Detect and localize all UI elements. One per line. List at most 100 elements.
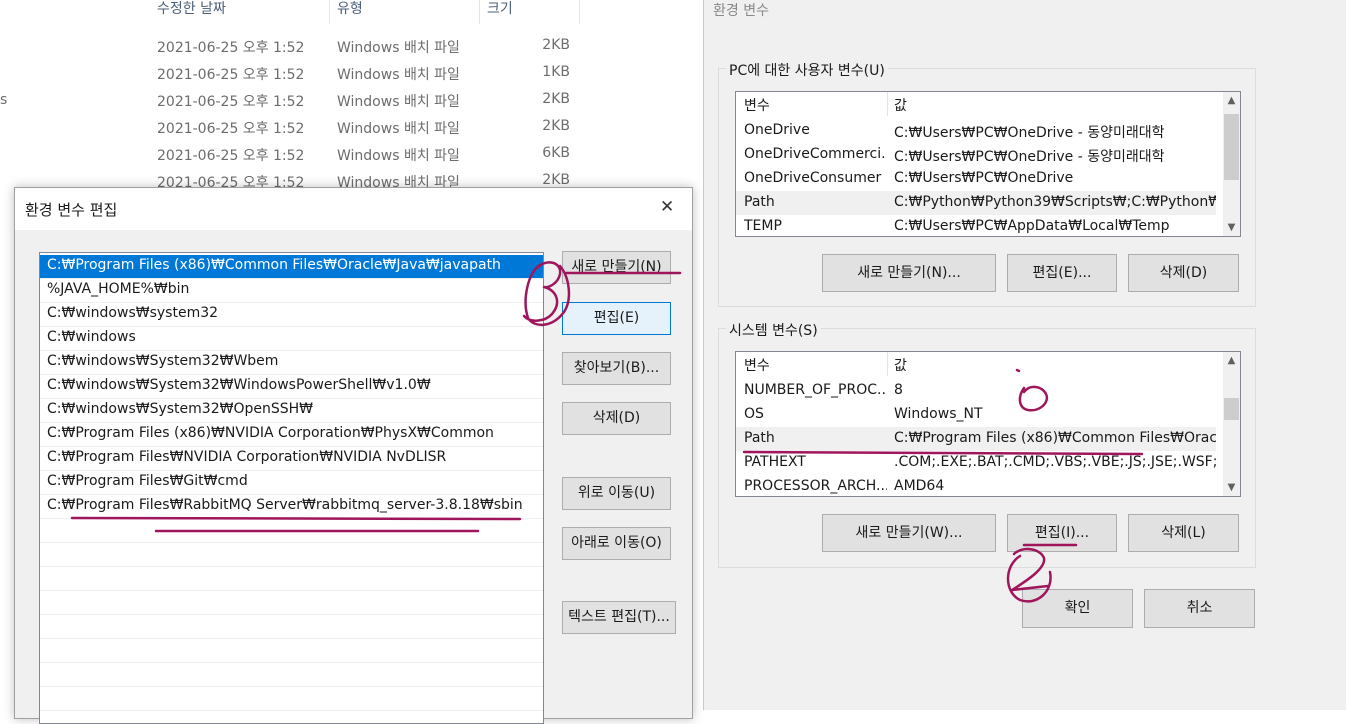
column-separator[interactable] (329, 0, 330, 24)
var-name: Path (744, 430, 775, 446)
system-variables-label: 시스템 변수(S) (726, 320, 821, 340)
system-delete-button[interactable]: 삭제(L) (1128, 514, 1239, 552)
path-entry: C:₩windows₩System32₩OpenSSH₩ (47, 401, 313, 417)
list-item[interactable]: %JAVA_HOME%₩bin (40, 279, 543, 303)
column-separator[interactable] (479, 0, 480, 24)
scroll-thumb[interactable] (1224, 398, 1239, 420)
header-value[interactable]: 값 (894, 95, 907, 115)
new-path-button[interactable]: 새로 만들기(N) (562, 251, 671, 284)
header-name[interactable]: 변수 (744, 355, 770, 375)
vertical-scrollbar[interactable]: ▲ ▼ (1223, 92, 1240, 236)
empty-list-row[interactable] (40, 519, 543, 543)
dialog-title: 환경 변수 편집 (25, 201, 118, 219)
list-item[interactable]: OneDriveCommerci... C:₩Users₩PC₩OneDrive… (736, 143, 1216, 167)
close-icon[interactable]: ✕ (660, 197, 674, 217)
list-item[interactable]: C:₩windows (40, 327, 543, 351)
column-separator[interactable] (579, 0, 580, 24)
list-item[interactable]: TEMP C:₩Users₩PC₩AppData₩Local₩Temp (736, 215, 1216, 236)
user-new-button[interactable]: 새로 만들기(N)... (822, 254, 996, 292)
delete-path-button[interactable]: 삭제(D) (562, 402, 671, 435)
list-item[interactable]: C:₩Program Files₩Git₩cmd (40, 471, 543, 495)
list-item[interactable]: C:₩windows₩system32 (40, 303, 543, 327)
user-delete-button[interactable]: 삭제(D) (1128, 254, 1239, 292)
list-item[interactable]: C:₩windows₩System32₩Wbem (40, 351, 543, 375)
file-row[interactable]: 2021-06-25 오후 1:52 Windows 배치 파일 1KB (0, 60, 700, 87)
list-item[interactable]: OneDriveConsumer C:₩Users₩PC₩OneDrive (736, 167, 1216, 191)
file-type: Windows 배치 파일 (337, 67, 460, 83)
path-entries-list[interactable]: C:₩Program Files (x86)₩Common Files₩Orac… (39, 252, 544, 724)
browse-button[interactable]: 찾아보기(B)... (562, 352, 671, 385)
empty-list-row[interactable] (40, 687, 543, 711)
edit-path-button[interactable]: 편집(E) (562, 302, 671, 335)
list-item[interactable]: C:₩windows₩System32₩WindowsPowerShell₩v1… (40, 375, 543, 399)
file-type: Windows 배치 파일 (337, 121, 460, 137)
list-item[interactable]: C:₩windows₩System32₩OpenSSH₩ (40, 399, 543, 423)
system-edit-button[interactable]: 편집(I)... (1007, 514, 1117, 552)
var-name: OS (744, 406, 764, 422)
list-item[interactable]: Path C:₩Python₩Python39₩Scripts₩;C:₩Pyth… (736, 191, 1216, 215)
column-header-date[interactable]: 수정한 날짜 (157, 0, 226, 24)
file-date: 2021-06-25 오후 1:52 (157, 40, 305, 56)
user-variables-list[interactable]: 변수 값 OneDrive C:₩Users₩PC₩OneDrive - 동양미… (735, 91, 1241, 237)
empty-list-row[interactable] (40, 567, 543, 591)
path-entry: C:₩Program Files (x86)₩NVIDIA Corporatio… (47, 425, 494, 441)
path-entry: C:₩windows (47, 329, 136, 345)
list-item[interactable]: OneDrive C:₩Users₩PC₩OneDrive - 동양미래대학 (736, 119, 1216, 143)
move-up-button[interactable]: 위로 이동(U) (562, 477, 671, 510)
scroll-up-icon[interactable]: ▲ (1223, 352, 1240, 369)
list-item[interactable]: Path C:₩Program Files (x86)₩Common Files… (736, 427, 1216, 451)
list-item[interactable]: NUMBER_OF_PROC... 8 (736, 379, 1216, 403)
list-item[interactable]: C:₩Program Files (x86)₩Common Files₩Orac… (40, 255, 543, 279)
file-size: 6KB (542, 145, 570, 161)
header-separator[interactable] (887, 92, 888, 116)
dialog-titlebar[interactable]: 환경 변수 편집 ✕ (15, 188, 692, 230)
system-new-button[interactable]: 새로 만들기(W)... (822, 514, 996, 552)
list-item[interactable]: C:₩Program Files (x86)₩NVIDIA Corporatio… (40, 423, 543, 447)
ok-button[interactable]: 확인 (1022, 589, 1133, 628)
scroll-thumb[interactable] (1224, 114, 1239, 180)
move-down-button[interactable]: 아래로 이동(O) (562, 527, 671, 560)
user-edit-button[interactable]: 편집(E)... (1007, 254, 1117, 292)
var-name: OneDriveConsumer (744, 170, 882, 186)
file-row[interactable]: 2021-06-25 오후 1:52 Windows 배치 파일 6KB (0, 141, 700, 168)
list-item[interactable]: C:₩Program Files₩RabbitMQ Server₩rabbitm… (40, 495, 543, 519)
file-date: 2021-06-25 오후 1:52 (157, 148, 305, 164)
list-item[interactable]: PROCESSOR_ARCH... AMD64 (736, 475, 1216, 496)
path-entry: C:₩Program Files (x86)₩Common Files₩Orac… (47, 257, 501, 273)
empty-list-row[interactable] (40, 591, 543, 615)
list-item[interactable]: OS Windows_NT (736, 403, 1216, 427)
header-separator[interactable] (887, 352, 888, 376)
scroll-up-icon[interactable]: ▲ (1223, 92, 1240, 109)
file-size: 2KB (542, 172, 570, 188)
file-size: 2KB (542, 118, 570, 134)
path-entry: %JAVA_HOME%₩bin (47, 281, 190, 297)
vertical-scrollbar[interactable]: ▲ ▼ (1223, 352, 1240, 496)
list-item[interactable]: C:₩Program Files₩NVIDIA Corporation₩NVID… (40, 447, 543, 471)
list-item[interactable]: PATHEXT .COM;.EXE;.BAT;.CMD;.VBS;.VBE;.J… (736, 451, 1216, 475)
edit-text-button[interactable]: 텍스트 편집(T)... (562, 601, 676, 634)
column-header-type[interactable]: 유형 (337, 0, 363, 24)
empty-list-row[interactable] (40, 663, 543, 687)
empty-list-row[interactable] (40, 639, 543, 663)
empty-list-row[interactable] (40, 615, 543, 639)
var-name: Path (744, 194, 775, 210)
file-row[interactable]: 2021-06-25 오후 1:52 Windows 배치 파일 2KB (0, 87, 700, 114)
path-entry: C:₩Program Files₩Git₩cmd (47, 473, 248, 489)
cancel-button[interactable]: 취소 (1144, 589, 1255, 628)
scroll-down-icon[interactable]: ▼ (1223, 479, 1240, 496)
column-header-size[interactable]: 크기 (487, 0, 513, 24)
empty-list-row[interactable] (40, 543, 543, 567)
path-entry: C:₩Program Files₩RabbitMQ Server₩rabbitm… (47, 497, 523, 513)
path-entry: C:₩windows₩system32 (47, 305, 219, 321)
system-variables-list[interactable]: 변수 값 NUMBER_OF_PROC... 8 OS Windows_NT P… (735, 351, 1241, 497)
scroll-down-icon[interactable]: ▼ (1223, 219, 1240, 236)
var-value: C:₩Users₩PC₩OneDrive - 동양미래대학 (894, 125, 1165, 141)
file-type: Windows 배치 파일 (337, 40, 460, 56)
header-value[interactable]: 값 (894, 355, 907, 375)
list-header: 변수 값 (736, 352, 1240, 376)
var-name: PATHEXT (744, 454, 806, 470)
var-name: OneDrive (744, 122, 810, 138)
file-row[interactable]: 2021-06-25 오후 1:52 Windows 배치 파일 2KB (0, 114, 700, 141)
header-name[interactable]: 변수 (744, 95, 770, 115)
file-row[interactable]: 2021-06-25 오후 1:52 Windows 배치 파일 2KB (0, 33, 700, 60)
